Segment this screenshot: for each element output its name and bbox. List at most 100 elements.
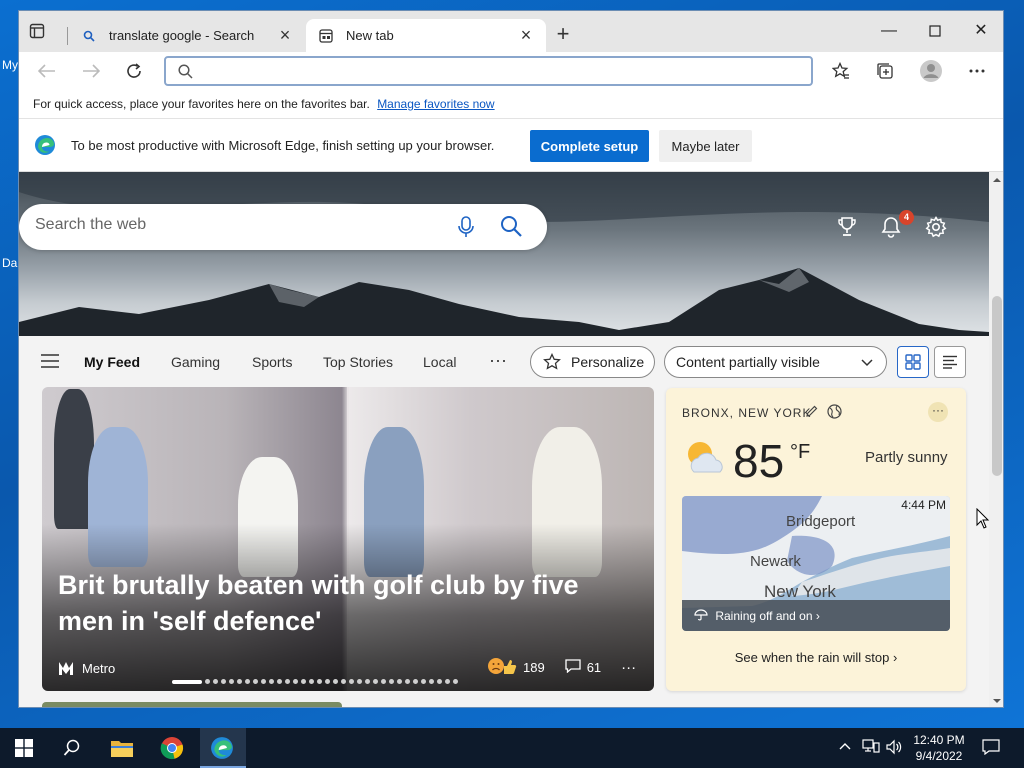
reaction-emoji-icon[interactable] (487, 657, 517, 678)
carousel-dot[interactable] (317, 679, 322, 684)
carousel-dot[interactable] (325, 679, 330, 684)
web-search-box[interactable] (19, 204, 547, 250)
maybe-later-button[interactable]: Maybe later (659, 130, 752, 162)
carousel-dot[interactable] (365, 679, 370, 684)
list-view-button[interactable] (934, 346, 966, 378)
web-search-input[interactable] (35, 216, 435, 234)
carousel-dot[interactable] (381, 679, 386, 684)
carousel-dot[interactable] (213, 679, 218, 684)
rewards-trophy-icon[interactable] (837, 216, 857, 243)
carousel-dot[interactable] (237, 679, 242, 684)
carousel-dot[interactable] (429, 679, 434, 684)
carousel-dot[interactable] (397, 679, 402, 684)
carousel-dot[interactable] (221, 679, 226, 684)
carousel-dot[interactable] (229, 679, 234, 684)
carousel-dot[interactable] (413, 679, 418, 684)
page-scrollbar[interactable] (989, 172, 1004, 707)
carousel-dot[interactable] (285, 679, 290, 684)
grid-view-button[interactable] (897, 346, 929, 378)
personalize-button[interactable]: Personalize (530, 346, 655, 378)
more-tabs-icon[interactable]: ··· (489, 350, 507, 371)
minimize-button[interactable]: — (869, 17, 909, 47)
tab-search[interactable]: translate google - Search × (69, 19, 305, 52)
carousel-dot[interactable] (277, 679, 282, 684)
file-explorer-icon[interactable] (108, 734, 136, 762)
carousel-dot[interactable] (261, 679, 266, 684)
taskbar-clock[interactable]: 12:40 PM 9/4/2022 (906, 732, 972, 764)
carousel-dot[interactable] (333, 679, 338, 684)
carousel-dot[interactable] (293, 679, 298, 684)
story-headline[interactable]: Brit brutally beaten with golf club by f… (58, 567, 618, 639)
carousel-dot[interactable] (421, 679, 426, 684)
carousel-dot[interactable] (349, 679, 354, 684)
carousel-dot[interactable] (205, 679, 210, 684)
tab-sports[interactable]: Sports (252, 354, 292, 370)
tab-new-tab[interactable]: New tab × (306, 19, 546, 52)
carousel-dot[interactable] (445, 679, 450, 684)
chrome-icon[interactable] (158, 734, 186, 762)
favorites-icon[interactable] (827, 57, 855, 85)
close-tab-icon[interactable]: × (518, 26, 534, 44)
volume-icon[interactable] (886, 739, 902, 758)
manage-favorites-link[interactable]: Manage favorites now (377, 97, 494, 111)
network-icon[interactable] (862, 739, 880, 758)
carousel-dot[interactable] (253, 679, 258, 684)
tab-top-stories[interactable]: Top Stories (323, 354, 393, 370)
carousel-dot[interactable] (357, 679, 362, 684)
carousel-pagination[interactable] (172, 679, 458, 684)
edit-pencil-icon[interactable] (805, 404, 819, 423)
start-windows-icon[interactable] (10, 734, 38, 762)
weather-unit[interactable]: °F (790, 441, 810, 464)
scroll-down-arrow-icon[interactable] (989, 695, 1004, 707)
notifications-bell-icon[interactable] (881, 216, 901, 243)
carousel-dot[interactable] (405, 679, 410, 684)
close-window-button[interactable]: ✕ (961, 17, 1001, 47)
carousel-dot[interactable] (453, 679, 458, 684)
profile-avatar[interactable] (917, 57, 945, 85)
content-visibility-dropdown[interactable]: Content partially visible (664, 346, 887, 378)
carousel-dot-active[interactable] (172, 679, 202, 684)
scrollbar-thumb[interactable] (992, 296, 1002, 476)
back-button[interactable] (33, 57, 61, 85)
weather-more-icon[interactable]: ··· (928, 402, 948, 422)
search-icon[interactable] (499, 214, 523, 243)
tab-local[interactable]: Local (423, 354, 456, 370)
rain-forecast-link[interactable]: See when the rain will stop › (666, 650, 966, 665)
carousel-dot[interactable] (301, 679, 306, 684)
collections-icon[interactable] (871, 57, 899, 85)
microphone-icon[interactable] (457, 216, 475, 243)
forward-button[interactable] (77, 57, 105, 85)
carousel-dot[interactable] (309, 679, 314, 684)
carousel-dot[interactable] (341, 679, 346, 684)
tab-actions-icon[interactable] (29, 23, 55, 47)
refresh-button[interactable] (120, 57, 148, 85)
action-center-icon[interactable] (982, 739, 1000, 758)
taskbar-search-icon[interactable] (58, 734, 86, 762)
new-tab-button[interactable]: + (552, 23, 574, 46)
show-hidden-icons-chevron-icon[interactable] (838, 739, 852, 754)
comment-icon[interactable] (565, 659, 581, 676)
weather-card[interactable]: BRONX, NEW YORK ··· 85 °F Partly sunny 4… (666, 388, 966, 691)
story-more-icon[interactable]: ··· (621, 659, 636, 676)
top-story-card[interactable]: Brit brutally beaten with golf club by f… (42, 387, 654, 691)
menu-hamburger-icon[interactable] (41, 354, 59, 373)
carousel-dot[interactable] (269, 679, 274, 684)
carousel-dot[interactable] (373, 679, 378, 684)
close-tab-icon[interactable]: × (277, 26, 293, 44)
edge-taskbar-icon[interactable] (208, 734, 236, 762)
address-input[interactable] (206, 60, 796, 82)
maximize-button[interactable] (915, 17, 955, 47)
settings-more-icon[interactable] (963, 57, 991, 85)
weather-radar-map[interactable]: 4:44 PM Bridgeport Newark New York Raini… (682, 496, 950, 631)
desktop-icon-label[interactable]: My (2, 58, 18, 72)
location-globe-icon[interactable] (827, 404, 842, 424)
address-bar[interactable] (164, 56, 813, 86)
carousel-dot[interactable] (245, 679, 250, 684)
complete-setup-button[interactable]: Complete setup (530, 130, 649, 162)
tab-my-feed[interactable]: My Feed (84, 354, 140, 370)
page-settings-gear-icon[interactable] (925, 216, 947, 243)
map-forecast-strip[interactable]: Raining off and on › (682, 600, 950, 631)
tab-gaming[interactable]: Gaming (171, 354, 220, 370)
next-card-preview[interactable] (42, 702, 342, 707)
carousel-dot[interactable] (437, 679, 442, 684)
